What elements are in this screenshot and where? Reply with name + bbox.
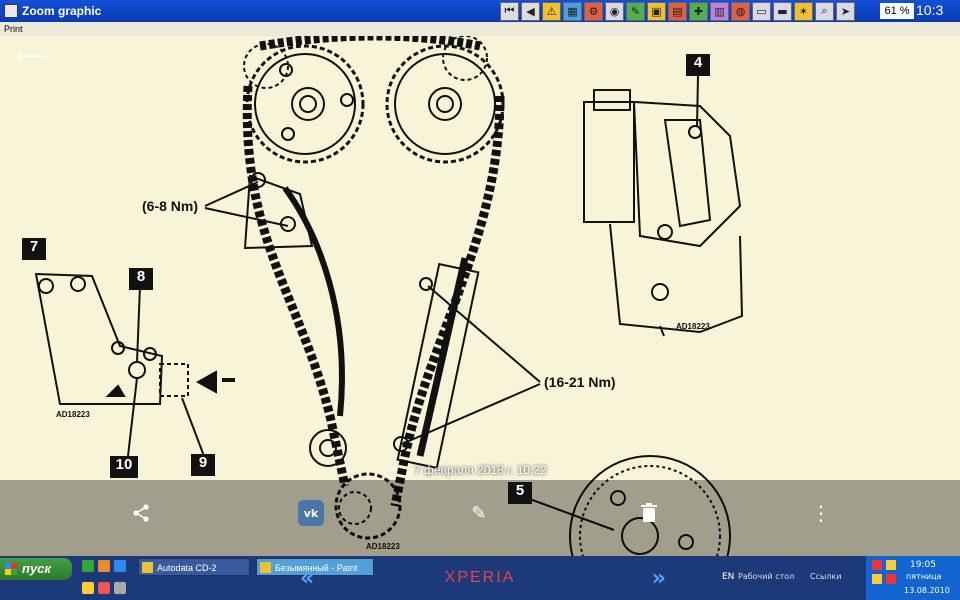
desktop-toolbar-label[interactable]: Рабочий стол — [738, 572, 794, 581]
screen: Zoom graphic ⏮ ◀ ⚠ ▦ ⚙ ◉ ✎ ▣ ▤ ✚ ▥ ◍ ▭ ▬… — [0, 0, 960, 600]
lamp-icon[interactable]: ✶ — [794, 1, 813, 21]
menu-print[interactable]: Print — [4, 24, 23, 34]
nav-prev-icon[interactable]: « — [300, 566, 314, 591]
delete-button[interactable] — [636, 500, 662, 526]
ad-code-right: AD18223 — [676, 322, 710, 331]
torque-label-top: (6-8 Nm) — [142, 198, 199, 214]
globe-icon[interactable]: ◉ — [605, 1, 624, 21]
start-label: пуск — [22, 561, 51, 576]
system-day: пятница — [906, 572, 942, 581]
window-icon[interactable]: ▭ — [752, 1, 771, 21]
ql-icon-4[interactable] — [82, 582, 94, 594]
torque-label-bottom: (16-21 Nm) — [544, 374, 616, 390]
quick-launch — [82, 560, 126, 572]
more-options-button[interactable]: ⋮ — [808, 500, 834, 526]
quick-launch-row-2 — [82, 582, 126, 594]
trash-icon — [641, 503, 657, 522]
ql-icon-2[interactable] — [98, 560, 110, 572]
ql-icon-1[interactable] — [82, 560, 94, 572]
chart-icon[interactable]: ▦ — [563, 1, 582, 21]
tray-icon-2[interactable] — [886, 560, 896, 570]
task-autodata-label: Autodata CD-2 — [157, 563, 217, 573]
window-title: Zoom graphic — [22, 4, 102, 18]
photo-timestamp: 7 февраля 2018 г. 10:22 — [414, 463, 547, 477]
tray-icon-1[interactable] — [872, 560, 882, 570]
system-clock[interactable]: 19:05 — [910, 560, 936, 570]
paint-icon — [260, 562, 271, 573]
ql-icon-6[interactable] — [114, 582, 126, 594]
battery-icon[interactable]: ▥ — [710, 1, 729, 21]
brake-icon[interactable]: ◍ — [731, 1, 750, 21]
links-toolbar-label[interactable]: Ссылки — [810, 572, 841, 581]
prev-page-icon[interactable]: ◀ — [521, 1, 540, 21]
car-icon[interactable]: ▤ — [668, 1, 687, 21]
menu-bar: Print — [0, 22, 960, 36]
task-autodata[interactable]: Autodata CD-2 — [138, 558, 250, 576]
ad-code-bottom: AD18223 — [366, 542, 400, 551]
more-vertical-icon: ⋮ — [811, 501, 831, 525]
app-icon — [4, 4, 18, 18]
taskbar: пуск Autodata CD-2 Безымянный - Paint « … — [0, 556, 960, 600]
callout-10: 10 — [110, 456, 138, 478]
share-icon — [133, 504, 149, 522]
timing-chain-diagram: 4 5 7 8 9 10 (6-8 Nm) (16-21 Nm) AD18223… — [0, 36, 960, 556]
gear-icon[interactable]: ⚙ — [584, 1, 603, 21]
cursor-icon[interactable]: ➤ — [836, 1, 855, 21]
ql-icon-5[interactable] — [98, 582, 110, 594]
callout-8: 8 — [129, 268, 153, 290]
brand-label: XPERIA — [444, 569, 516, 586]
system-tray: 19:05 пятница 13.08.2010 — [866, 556, 960, 600]
first-page-icon[interactable]: ⏮ — [500, 1, 519, 21]
wrench-icon[interactable]: ✚ — [689, 1, 708, 21]
tray-icon-3[interactable] — [872, 574, 882, 584]
xperia-nav-bar: « XPERIA » — [300, 562, 666, 594]
edit-button[interactable]: ✎ — [466, 500, 492, 526]
zoom-icon[interactable]: ⌕ — [815, 1, 834, 21]
tools-icon[interactable]: ✎ — [626, 1, 645, 21]
ad-code-left: AD18223 — [56, 410, 90, 419]
toolbar: ⏮ ◀ ⚠ ▦ ⚙ ◉ ✎ ▣ ▤ ✚ ▥ ◍ ▭ ▬ ✶ ⌕ ➤ — [500, 0, 855, 22]
system-date: 13.08.2010 — [904, 586, 950, 595]
diagram-graphic — [0, 36, 960, 556]
callout-7: 7 — [22, 238, 46, 260]
start-button[interactable]: пуск — [0, 558, 72, 580]
callout-4: 4 — [686, 54, 710, 76]
edit-icon: ✎ — [471, 502, 487, 524]
autodata-icon — [142, 562, 153, 573]
engine-icon[interactable]: ▣ — [647, 1, 666, 21]
warning-icon[interactable]: ⚠ — [542, 1, 561, 21]
nav-next-icon[interactable]: » — [652, 566, 666, 591]
vk-share-button[interactable]: vk — [298, 500, 324, 526]
printer-icon[interactable]: ▬ — [773, 1, 792, 21]
back-arrow-icon[interactable]: ⟵ — [16, 44, 48, 69]
callout-9: 9 — [191, 454, 215, 476]
callout-5: 5 — [508, 482, 532, 504]
tray-icon-4[interactable] — [886, 574, 896, 584]
zoom-level[interactable]: 61 % — [880, 3, 914, 19]
vk-icon: vk — [303, 506, 319, 520]
language-indicator[interactable]: EN — [722, 572, 734, 582]
top-clock: 10:3 — [916, 2, 944, 18]
windows-flag-icon — [5, 563, 17, 575]
ql-icon-3[interactable] — [114, 560, 126, 572]
share-button[interactable] — [128, 500, 154, 526]
